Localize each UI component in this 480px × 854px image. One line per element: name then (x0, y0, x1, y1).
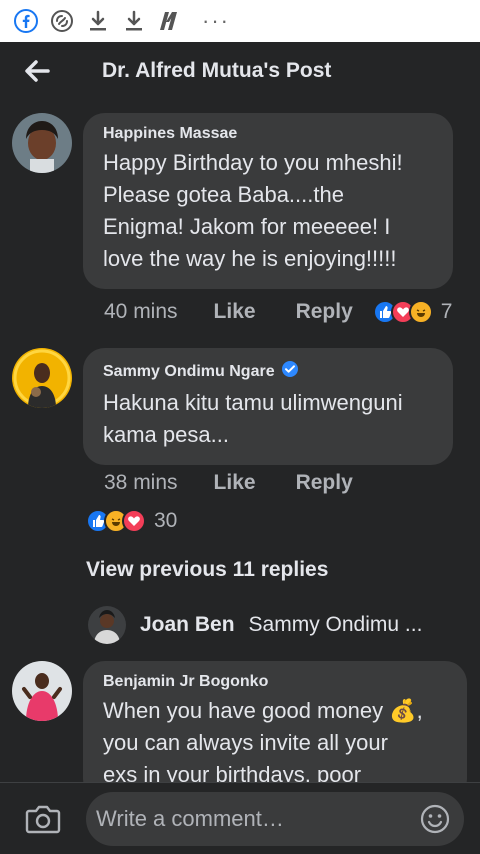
like-button[interactable]: Like (214, 300, 256, 324)
verified-badge-icon (281, 360, 299, 383)
view-previous-replies-link[interactable]: View previous 11 replies (86, 558, 328, 582)
love-reaction-icon (122, 509, 146, 533)
comment-timestamp: 40 mins (104, 300, 178, 323)
netflix-icon (156, 7, 184, 35)
comment-author[interactable]: Happines Massae (103, 125, 237, 143)
avatar[interactable] (12, 113, 72, 173)
reaction-count: 30 (154, 509, 178, 532)
avatar[interactable] (12, 348, 72, 408)
reply-button[interactable]: Reply (296, 471, 353, 495)
comment-composer (0, 782, 480, 854)
comment-bubble: Sammy Ondimu Ngare Hakuna kitu tamu ulim… (83, 348, 453, 465)
comment-input-box[interactable] (86, 791, 464, 846)
haha-reaction-icon (408, 300, 433, 324)
download-icon (120, 7, 148, 35)
more-notifications-icon: ··· (202, 8, 230, 33)
camera-button[interactable] (0, 783, 86, 854)
comment: Benjamin Jr Bogonko When you have good m… (12, 661, 467, 801)
comment-text: Happy Birthday to you mheshi! Please got… (103, 150, 403, 271)
reaction-count: 7 (440, 300, 453, 323)
arrow-left-icon (25, 60, 50, 82)
comment-author[interactable]: Sammy Ondimu Ngare (103, 363, 275, 381)
avatar[interactable] (88, 606, 126, 644)
avatar[interactable] (12, 661, 72, 721)
comment-bubble: Benjamin Jr Bogonko When you have good m… (83, 661, 467, 801)
reply-author: Joan Ben (140, 613, 235, 636)
back-button[interactable] (0, 42, 74, 100)
like-button[interactable]: Like (214, 471, 256, 495)
smiley-icon[interactable] (418, 802, 452, 836)
page-title: Dr. Alfred Mutua's Post (102, 59, 332, 82)
comment-text: Hakuna kitu tamu ulimwenguni kama pesa..… (103, 390, 403, 447)
comment: Happines Massae Happy Birthday to you mh… (12, 113, 453, 289)
comment-timestamp: 38 mins (104, 471, 178, 494)
facebook-icon (12, 7, 40, 35)
camera-icon (25, 805, 61, 833)
reply-snippet: Sammy Ondimu ... (248, 613, 423, 636)
vpn-swirl-icon (48, 7, 76, 35)
comment-actions: 40 mins Like Reply 7 (104, 300, 452, 324)
app-header: Dr. Alfred Mutua's Post (0, 42, 480, 100)
reactions-summary[interactable]: 7 (372, 300, 453, 324)
reply-preview[interactable]: Joan Ben Sammy Ondimu ... (88, 606, 458, 644)
comment-input[interactable] (96, 805, 396, 832)
status-bar: ··· (0, 0, 480, 42)
comment: Sammy Ondimu Ngare Hakuna kitu tamu ulim… (12, 348, 453, 465)
comment-author[interactable]: Benjamin Jr Bogonko (103, 673, 268, 691)
comment-actions: 38 mins Like Reply (104, 471, 393, 495)
comment-bubble: Happines Massae Happy Birthday to you mh… (83, 113, 453, 289)
reactions-summary[interactable]: 30 (86, 509, 177, 533)
reply-button[interactable]: Reply (296, 300, 353, 324)
comment-text: When you have good money 💰, you can alwa… (103, 698, 423, 787)
download-icon (84, 7, 112, 35)
